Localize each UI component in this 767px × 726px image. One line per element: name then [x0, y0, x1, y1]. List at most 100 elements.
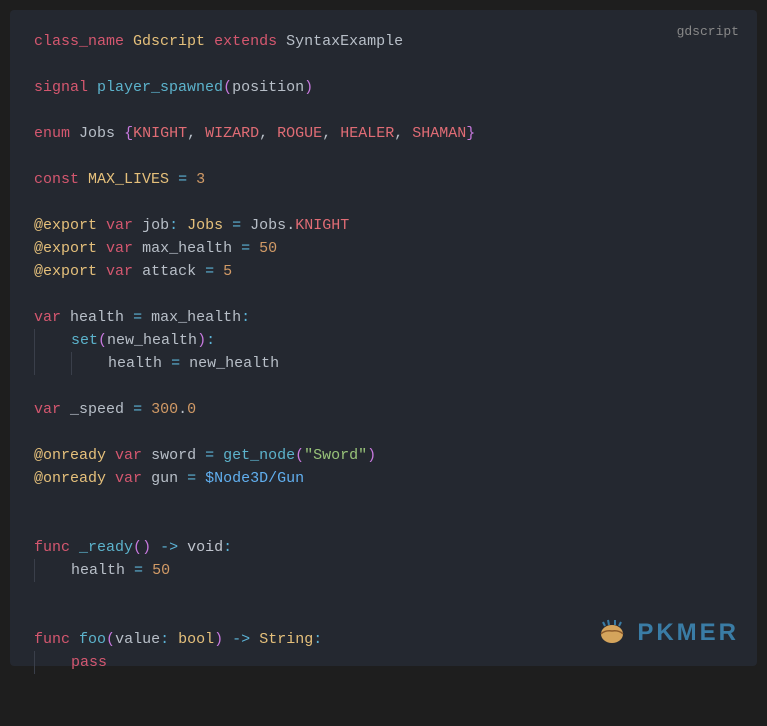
enum-value: SHAMAN: [412, 125, 466, 142]
comma: ,: [322, 125, 331, 142]
number: 50: [259, 240, 277, 257]
keyword-func: func: [34, 539, 70, 556]
number: 50: [152, 562, 170, 579]
comma: ,: [187, 125, 196, 142]
keyword-var: var: [106, 263, 133, 280]
var-ref: health: [108, 355, 162, 372]
operator-eq: =: [205, 447, 214, 464]
colon: :: [313, 631, 322, 648]
annotation-export: @export: [34, 263, 97, 280]
operator-eq: =: [171, 355, 180, 372]
annotation-onready: @onready: [34, 470, 106, 487]
code-line-empty: [34, 283, 733, 306]
code-line: pass: [34, 651, 733, 674]
keyword-signal: signal: [34, 79, 88, 96]
string: "Sword": [304, 447, 367, 464]
code-line: health = 50: [34, 559, 733, 582]
var-ref: new_health: [189, 355, 279, 372]
keyword-enum: enum: [34, 125, 70, 142]
keyword-var: var: [115, 447, 142, 464]
colon: :: [169, 217, 178, 234]
param: value: [115, 631, 160, 648]
operator-eq: =: [187, 470, 196, 487]
colon: :: [223, 539, 232, 556]
operator-eq: =: [205, 263, 214, 280]
type-name: Jobs: [187, 217, 223, 234]
function-call: get_node: [223, 447, 295, 464]
code-line-empty: [34, 375, 733, 398]
var-name: sword: [151, 447, 196, 464]
brace: {: [124, 125, 133, 142]
code-line: @export var attack = 5: [34, 260, 733, 283]
code-line: func _ready() -> void:: [34, 536, 733, 559]
number: 300: [151, 401, 178, 418]
enum-name: Jobs: [79, 125, 115, 142]
paren: ): [304, 79, 313, 96]
code-line-empty: [34, 490, 733, 513]
enum-ref: Jobs: [250, 217, 286, 234]
operator-eq: =: [133, 309, 142, 326]
paren: (: [106, 631, 115, 648]
dot: .: [178, 401, 187, 418]
code-line: var health = max_health:: [34, 306, 733, 329]
paren: ): [197, 332, 206, 349]
annotation-export: @export: [34, 240, 97, 257]
colon: :: [160, 631, 169, 648]
watermark: PKMER: [595, 618, 739, 648]
colon: :: [241, 309, 250, 326]
paren: (: [295, 447, 304, 464]
code-line: @onready var gun = $Node3D/Gun: [34, 467, 733, 490]
param: position: [232, 79, 304, 96]
code-line: var _speed = 300.0: [34, 398, 733, 421]
keyword-pass: pass: [71, 654, 107, 671]
operator-eq: =: [178, 171, 187, 188]
function-name: foo: [79, 631, 106, 648]
code-line: const MAX_LIVES = 3: [34, 168, 733, 191]
operator-eq: =: [134, 562, 143, 579]
var-name: gun: [151, 470, 178, 487]
paren: (: [223, 79, 232, 96]
code-line: signal player_spawned(position): [34, 76, 733, 99]
paren: ): [214, 631, 223, 648]
enum-value: ROGUE: [277, 125, 322, 142]
indent-guide: [34, 329, 71, 352]
code-line-empty: [34, 53, 733, 76]
code-line: set(new_health):: [34, 329, 733, 352]
indent-guide: [34, 559, 71, 582]
code-line-empty: [34, 191, 733, 214]
colon: :: [206, 332, 215, 349]
brace: }: [466, 125, 475, 142]
number: 3: [196, 171, 205, 188]
code-line-empty: [34, 145, 733, 168]
code-line: class_name Gdscript extends SyntaxExampl…: [34, 30, 733, 53]
var-ref: max_health: [151, 309, 241, 326]
var-name: _speed: [70, 401, 124, 418]
keyword-class-name: class_name: [34, 33, 124, 50]
code-line-empty: [34, 582, 733, 605]
enum-value: HEALER: [340, 125, 394, 142]
paren: ): [142, 539, 151, 556]
code-line: enum Jobs {KNIGHT, WIZARD, ROGUE, HEALER…: [34, 122, 733, 145]
keyword-var: var: [115, 470, 142, 487]
arrow: ->: [232, 631, 250, 648]
enum-value: KNIGHT: [295, 217, 349, 234]
paren: (: [98, 332, 107, 349]
operator-eq: =: [232, 217, 241, 234]
code-line-empty: [34, 99, 733, 122]
keyword-extends: extends: [214, 33, 277, 50]
enum-value: WIZARD: [205, 125, 259, 142]
keyword-var: var: [106, 240, 133, 257]
indent-guide: [34, 651, 71, 674]
constant-name: MAX_LIVES: [88, 171, 169, 188]
indent-guide: [34, 352, 71, 375]
keyword-var: var: [34, 401, 61, 418]
watermark-text: PKMER: [637, 619, 739, 647]
keyword-const: const: [34, 171, 79, 188]
code-line: @export var max_health = 50: [34, 237, 733, 260]
code-line: health = new_health: [34, 352, 733, 375]
paren: ): [367, 447, 376, 464]
comma: ,: [259, 125, 268, 142]
number: 0: [187, 401, 196, 418]
operator-eq: =: [133, 401, 142, 418]
signal-name: player_spawned: [97, 79, 223, 96]
